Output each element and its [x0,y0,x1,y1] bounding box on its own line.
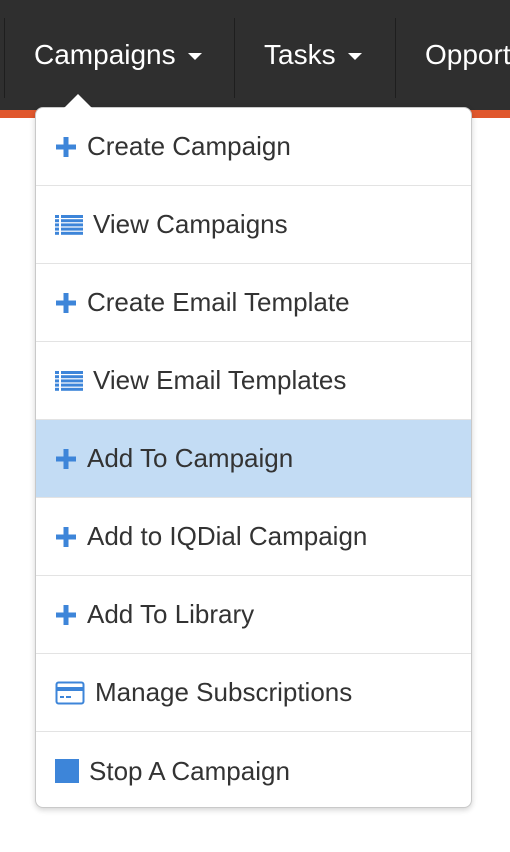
plus-icon [55,448,77,470]
plus-icon [55,136,77,158]
plus-icon [55,526,77,548]
plus-icon [55,292,77,314]
nav-campaigns[interactable]: Campaigns [34,0,202,110]
nav-separator [4,18,5,98]
menu-item-add-to-campaign[interactable]: Add To Campaign [36,420,471,498]
nav-opportunities[interactable]: Opport [425,0,510,110]
credit-card-icon [55,681,85,705]
menu-item-create-email-template[interactable]: Create Email Template [36,264,471,342]
chevron-down-icon [187,53,202,60]
chevron-down-icon [347,53,362,60]
nav-campaigns-label: Campaigns [34,39,176,70]
menu-item-view-email-templates[interactable]: View Email Templates [36,342,471,420]
campaigns-dropdown-menu: Create Campaign View Campaigns Create Emai… [35,107,472,808]
menu-item-add-to-iqdial-campaign[interactable]: Add to IQDial Campaign [36,498,471,576]
menu-item-label: Create Campaign [87,131,291,161]
nav-separator [395,18,396,98]
stop-icon [55,759,79,783]
menu-item-label: Add to IQDial Campaign [87,521,368,551]
menu-item-view-campaigns[interactable]: View Campaigns [36,186,471,264]
nav-separator [234,18,235,98]
menu-item-create-campaign[interactable]: Create Campaign [36,108,471,186]
plus-icon [55,604,77,626]
nav-tasks[interactable]: Tasks [264,0,362,110]
menu-item-label: Stop A Campaign [89,755,290,786]
menu-item-label: View Campaigns [93,209,288,239]
menu-item-stop-a-campaign[interactable]: Stop A Campaign [36,732,471,807]
menu-item-label: Add To Library [87,599,255,629]
menu-item-label: Manage Subscriptions [95,677,353,707]
menu-item-manage-subscriptions[interactable]: Manage Subscriptions [36,654,471,732]
list-icon [55,370,83,392]
menu-item-label: Add To Campaign [87,443,294,473]
menu-item-label: Create Email Template [87,287,350,317]
nav-tasks-label: Tasks [264,39,336,70]
dropdown-pointer [64,94,92,108]
nav-opportunities-label: Opport [425,39,510,70]
menu-item-add-to-library[interactable]: Add To Library [36,576,471,654]
list-icon [55,214,83,236]
menu-item-label: View Email Templates [93,365,347,395]
